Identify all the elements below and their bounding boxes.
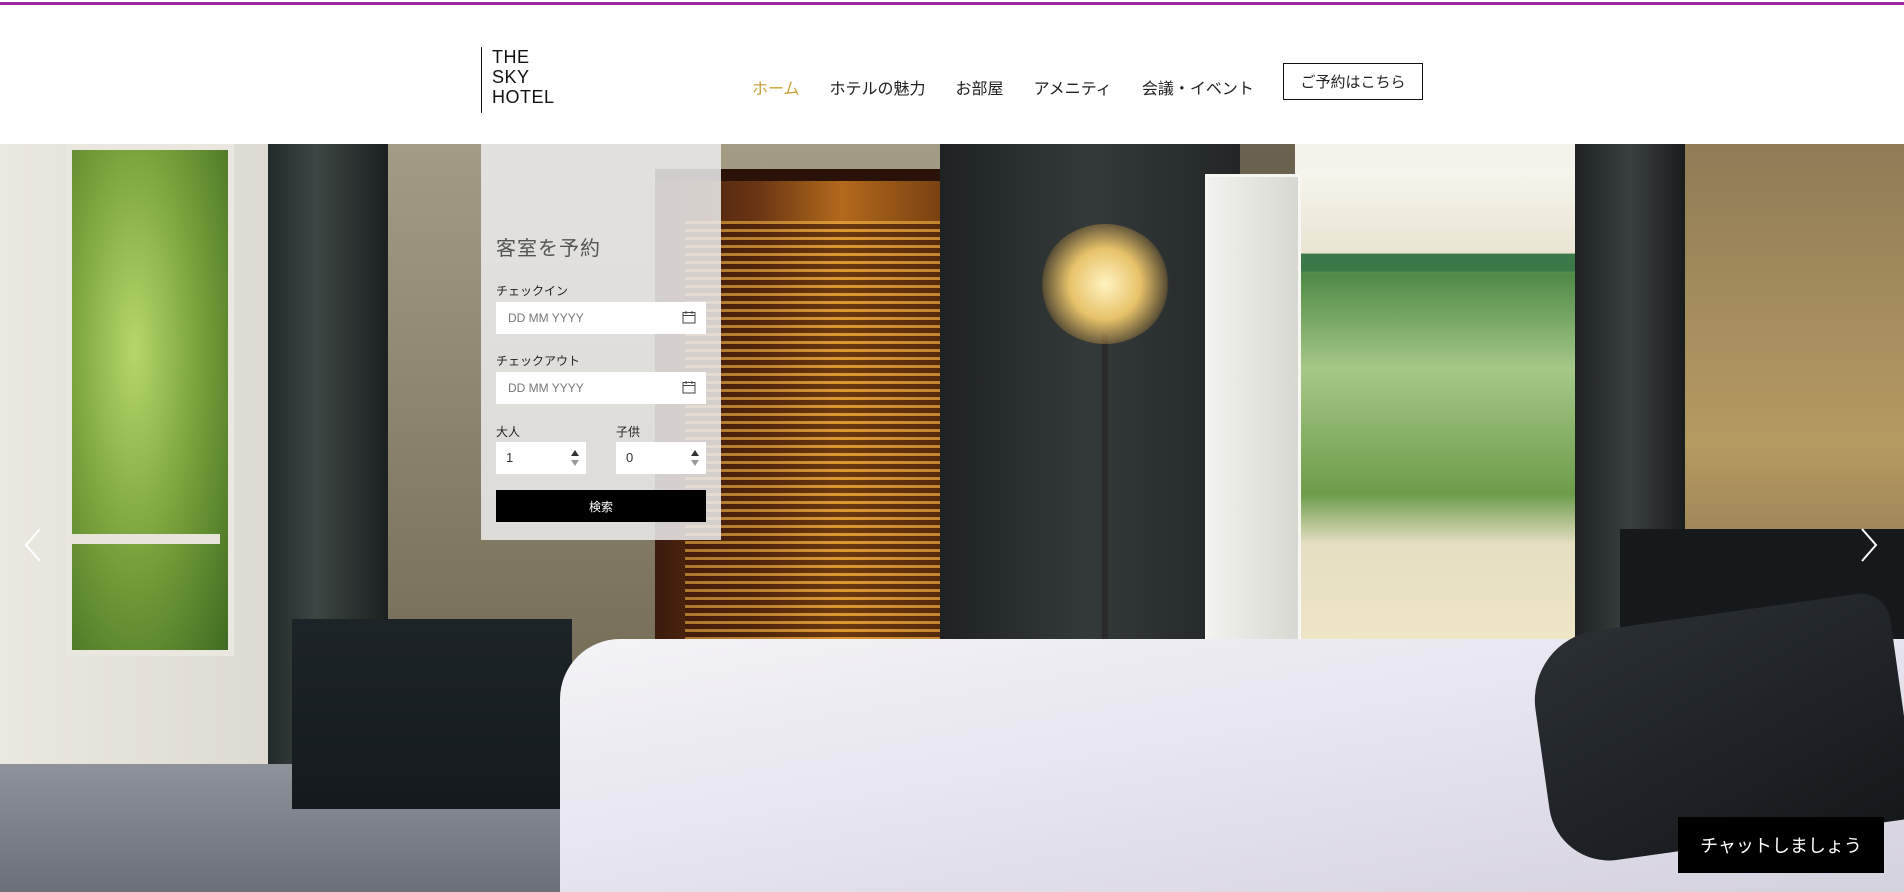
checkin-label: チェックイン: [496, 284, 569, 298]
nav-item-home[interactable]: ホーム: [752, 75, 800, 99]
nav-item-rooms[interactable]: お部屋: [956, 75, 1004, 99]
children-stepper[interactable]: 0: [616, 442, 706, 474]
checkout-date-field[interactable]: DD MM YYYY: [496, 372, 706, 404]
nav-item-hotel-appeal[interactable]: ホテルの魅力: [830, 75, 926, 99]
hero-slideshow: [0, 144, 1904, 892]
search-button[interactable]: 検索: [496, 490, 706, 522]
reserve-button[interactable]: ご予約はこちら: [1283, 63, 1423, 100]
logo-line: THE: [492, 47, 530, 67]
checkin-placeholder: DD MM YYYY: [508, 311, 584, 325]
hotel-logo[interactable]: THE SKY HOTEL: [481, 47, 561, 113]
checkout-placeholder: DD MM YYYY: [508, 381, 584, 395]
hero-image-window-left: [0, 144, 290, 794]
adults-stepper[interactable]: 1: [496, 442, 586, 474]
children-label: 子供: [616, 425, 641, 439]
checkin-date-field[interactable]: DD MM YYYY: [496, 302, 706, 334]
checkout-label: チェックアウト: [496, 354, 581, 368]
logo-line: SKY: [492, 67, 530, 87]
hero-image-nightstand: [292, 619, 572, 809]
hero-image-armoire-slats: [685, 221, 965, 691]
calendar-icon[interactable]: [682, 380, 696, 394]
site-header: THE SKY HOTEL ホーム ホテルの魅力 お部屋 アメニティ 会議・イベ…: [0, 6, 1904, 144]
chat-button[interactable]: チャットしましょう: [1678, 817, 1884, 873]
chevron-right-icon[interactable]: [1856, 525, 1880, 565]
adults-value: 1: [506, 450, 514, 465]
stepper-arrows-icon[interactable]: [690, 448, 700, 468]
nav-item-meetings-events[interactable]: 会議・イベント: [1142, 75, 1254, 99]
booking-title: 客室を予約: [496, 236, 601, 260]
main-nav: ホーム ホテルの魅力 お部屋 アメニティ 会議・イベント: [752, 72, 1284, 102]
adults-label: 大人: [496, 425, 521, 439]
booking-widget: 客室を予約 チェックイン DD MM YYYY チェックアウト DD MM YY…: [481, 144, 721, 540]
stepper-arrows-icon[interactable]: [570, 448, 580, 468]
chevron-left-icon[interactable]: [22, 525, 46, 565]
hero-image-lamp: [1040, 224, 1170, 344]
hero-image-trees: [66, 144, 234, 656]
accent-bar: [0, 2, 1904, 5]
nav-item-amenities[interactable]: アメニティ: [1034, 75, 1112, 99]
hero-image-awning: [1300, 169, 1580, 289]
calendar-icon[interactable]: [682, 310, 696, 324]
logo-line: HOTEL: [492, 87, 555, 107]
children-value: 0: [626, 450, 634, 465]
hero-image-balcony-rail: [70, 534, 220, 544]
